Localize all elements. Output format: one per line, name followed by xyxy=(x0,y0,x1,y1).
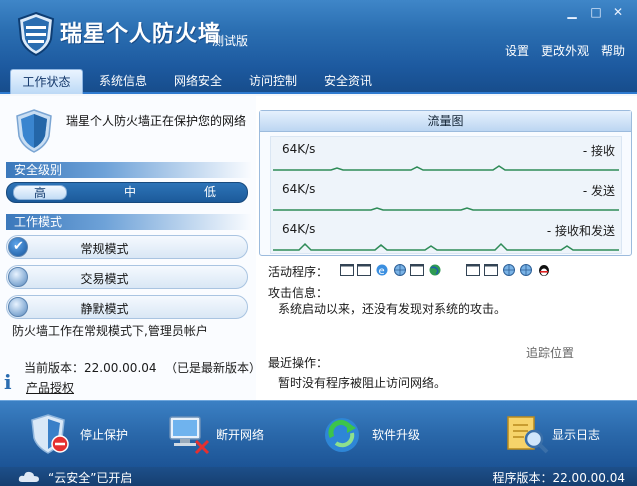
ie-browser-icon[interactable]: e xyxy=(375,264,389,276)
mode-label: 交易模式 xyxy=(80,272,129,286)
upgrade-refresh-icon xyxy=(325,418,359,452)
both-speed: 64K/s xyxy=(282,222,316,236)
program-window-icon[interactable] xyxy=(340,264,354,276)
cloud-icon xyxy=(18,471,39,482)
shield-logo-icon xyxy=(17,11,55,57)
settings-link[interactable]: 设置 xyxy=(505,42,529,59)
receive-graph-line xyxy=(273,165,619,171)
tab-security-news[interactable]: 安全资讯 xyxy=(317,69,379,94)
app-subtitle: 测试版 xyxy=(212,34,249,48)
receive-label: - 接收 xyxy=(582,144,615,158)
traffic-row-send: 64K/s - 发送 xyxy=(271,177,621,215)
network-globe-icon[interactable] xyxy=(502,264,516,276)
traffic-row-receive: 64K/s - 接收 xyxy=(271,137,621,175)
network-globe-icon[interactable] xyxy=(393,264,407,276)
program-window-icon[interactable] xyxy=(466,264,480,276)
maximize-icon[interactable]: □ xyxy=(588,4,604,20)
program-window-icon[interactable] xyxy=(410,264,424,276)
show-log-button[interactable]: 显示日志 xyxy=(504,411,614,459)
receive-speed: 64K/s xyxy=(282,142,316,156)
traffic-row-both: 64K/s - 接收和发送 xyxy=(271,217,621,255)
protect-message: 瑞星个人防火墙正在保护您的网络 xyxy=(66,114,247,128)
level-high-option[interactable]: 高 xyxy=(13,185,67,200)
tab-bar: 工作状态 系统信息 网络安全 访问控制 安全资讯 xyxy=(0,66,637,94)
close-icon[interactable]: ✕ xyxy=(610,4,626,20)
recent-actions-label: 最近操作： xyxy=(268,356,329,370)
svg-text:e: e xyxy=(379,266,385,276)
title-bar[interactable]: 瑞星个人防火墙 测试版 ▁ □ ✕ 设置 更改外观 帮助 xyxy=(0,0,637,66)
firewall-mode-status: 防火墙工作在常规模式下,管理员帐户 xyxy=(12,324,208,338)
software-upgrade-button[interactable]: 软件升级 xyxy=(320,411,430,459)
mode-silent-option[interactable]: 静默模式 xyxy=(6,295,248,319)
level-medium-option[interactable]: 中 xyxy=(103,185,157,200)
tab-system-info[interactable]: 系统信息 xyxy=(92,69,154,94)
disconnect-network-button[interactable]: 断开网络 xyxy=(166,411,276,459)
program-window-icon[interactable] xyxy=(484,264,498,276)
status-right-panel: 流量图 64K/s - 接收 64K/s - 发送 64K/s - 接收和发送 … xyxy=(256,96,637,400)
shield-icon xyxy=(16,109,52,153)
traffic-graph-area: 64K/s - 接收 64K/s - 发送 64K/s - 接收和发送 xyxy=(270,136,622,254)
minimize-icon[interactable]: ▁ xyxy=(564,4,580,20)
info-icon: i xyxy=(4,370,12,394)
security-level-selector: 高 中 低 xyxy=(6,182,248,203)
both-label: - 接收和发送 xyxy=(546,224,615,238)
program-version: 程序版本：22.00.00.04 xyxy=(492,471,625,485)
work-mode-header: 工作模式 xyxy=(6,214,252,230)
attack-info-text: 系统启动以来，还没有发现对系统的攻击。 xyxy=(278,302,507,316)
traffic-graph-title: 流量图 xyxy=(260,111,631,132)
bottom-toolbar: 停止保护 断开网络 软件升级 显示日志 xyxy=(0,400,637,467)
traffic-graph-panel: 流量图 64K/s - 接收 64K/s - 发送 64K/s - 接收和发送 xyxy=(259,110,632,256)
disconnect-network-icon xyxy=(169,416,210,455)
send-graph-line xyxy=(273,207,619,211)
send-label: - 发送 xyxy=(582,184,615,198)
send-speed: 64K/s xyxy=(282,182,316,196)
mode-normal-option[interactable]: ✔ 常规模式 xyxy=(6,235,248,259)
stop-protection-button[interactable]: 停止保护 xyxy=(28,411,138,459)
status-left-panel: 瑞星个人防火墙正在保护您的网络 安全级别 高 中 低 工作模式 ✔ 常规模式 交… xyxy=(0,96,262,400)
qq-penguin-icon[interactable] xyxy=(537,264,551,276)
log-search-icon xyxy=(507,416,549,454)
level-low-option[interactable]: 低 xyxy=(183,185,237,200)
stop-protection-label: 停止保护 xyxy=(80,428,129,442)
tab-access-control[interactable]: 访问控制 xyxy=(242,69,304,94)
product-license-link[interactable]: 产品授权 xyxy=(26,379,74,396)
active-programs-label: 活动程序： xyxy=(268,265,329,279)
current-version: 当前版本：22.00.00.04 xyxy=(24,361,157,375)
mode-trade-option[interactable]: 交易模式 xyxy=(6,265,248,289)
cloud-security-status: “云安全”已开启 xyxy=(48,471,133,485)
latest-version-note: （已是最新版本） xyxy=(165,361,262,375)
recent-actions-text: 暂时没有程序被阻止访问网络。 xyxy=(278,376,447,390)
show-log-label: 显示日志 xyxy=(552,428,601,442)
firewall-window: 瑞星个人防火墙 测试版 ▁ □ ✕ 设置 更改外观 帮助 工作状态 系统信息 网… xyxy=(0,0,637,486)
tab-work-status[interactable]: 工作状态 xyxy=(10,69,83,94)
change-skin-link[interactable]: 更改外观 xyxy=(541,42,589,59)
network-globe-icon[interactable] xyxy=(519,264,533,276)
status-bar: “云安全”已开启 程序版本：22.00.00.04 xyxy=(0,467,637,486)
tab-network-security[interactable]: 网络安全 xyxy=(167,69,229,94)
attack-info-label: 攻击信息： xyxy=(268,286,329,300)
software-upgrade-label: 软件升级 xyxy=(372,428,421,442)
trace-location-link[interactable]: 追踪位置 xyxy=(526,344,574,361)
mode-label: 静默模式 xyxy=(80,302,129,316)
disconnect-network-label: 断开网络 xyxy=(216,428,265,442)
security-level-header: 安全级别 xyxy=(6,162,252,178)
mode-label: 常规模式 xyxy=(80,242,129,256)
help-link[interactable]: 帮助 xyxy=(601,42,625,59)
program-window-icon[interactable] xyxy=(357,264,371,276)
stop-shield-icon xyxy=(31,414,69,454)
app-title: 瑞星个人防火墙 xyxy=(60,22,222,47)
earth-globe-icon[interactable] xyxy=(428,264,442,276)
